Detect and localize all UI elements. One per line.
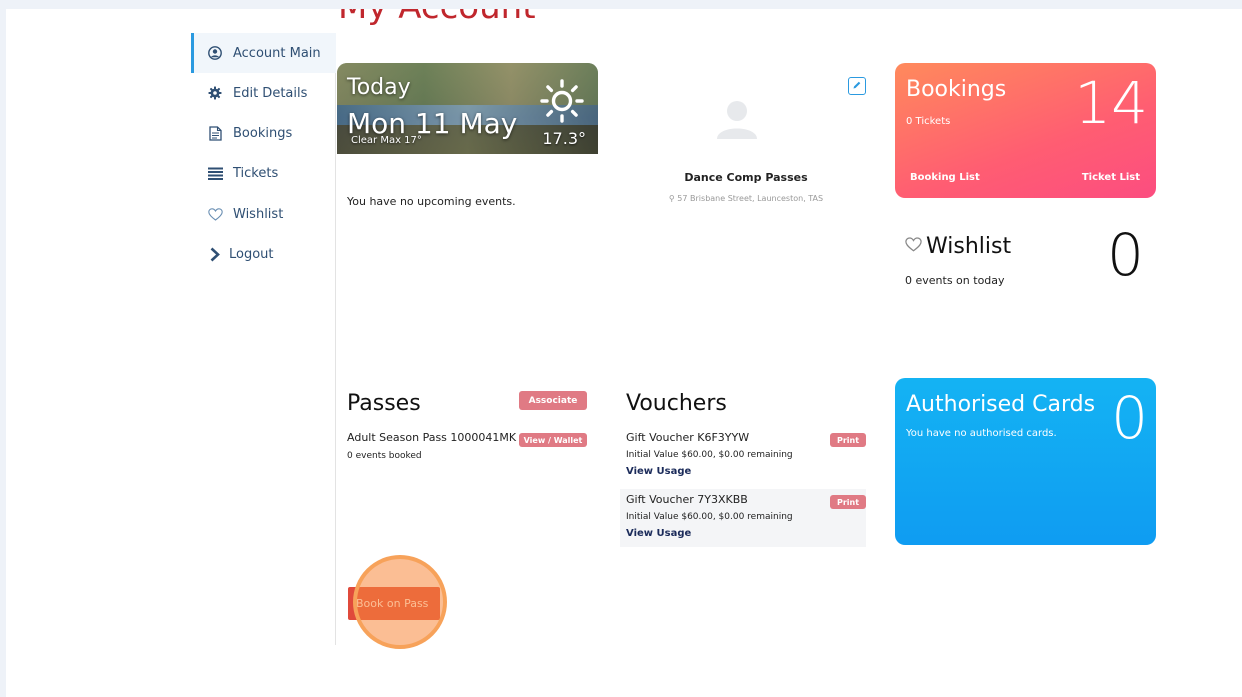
profile-name: Dance Comp Passes (684, 171, 808, 184)
authorised-cards-title: Authorised Cards (906, 392, 1096, 417)
print-voucher-button[interactable]: Print (830, 433, 866, 447)
sidebar-item-edit-details[interactable]: Edit Details (191, 73, 336, 113)
sidebar-item-label: Wishlist (233, 206, 284, 222)
view-usage-link[interactable]: View Usage (626, 466, 691, 477)
sidebar-item-wishlist[interactable]: Wishlist (191, 194, 336, 234)
today-weather-text: Clear Max 17° (351, 135, 422, 146)
bookings-count: 14 (1074, 69, 1148, 137)
sidebar-item-label: Account Main (233, 45, 321, 61)
sidebar-item-label: Tickets (233, 165, 279, 181)
list-icon (207, 165, 223, 181)
sidebar-item-label: Logout (229, 246, 274, 262)
edit-profile-button[interactable] (848, 77, 866, 95)
wishlist-title: Wishlist (905, 234, 1011, 259)
associate-button[interactable]: Associate (519, 391, 587, 410)
chevron-right-icon (207, 246, 223, 262)
view-usage-link[interactable]: View Usage (626, 528, 691, 539)
view-wallet-button[interactable]: View / Wallet (519, 433, 587, 447)
sidebar-item-label: Bookings (233, 125, 293, 141)
sidebar-item-bookings[interactable]: Bookings (191, 113, 336, 153)
vouchers-title: Vouchers (626, 391, 727, 416)
voucher-item: Gift Voucher K6F3YYW Print Initial Value… (620, 427, 866, 485)
sun-icon (540, 79, 584, 127)
ticket-list-link[interactable]: Ticket List (1082, 172, 1140, 183)
wishlist-title-text: Wishlist (926, 234, 1012, 259)
bookings-card: Bookings 14 0 Tickets Booking List Ticke… (895, 63, 1156, 198)
pencil-icon (852, 80, 862, 93)
document-icon (207, 125, 223, 141)
sidebar: Account Main Edit Details Bookings Ticke… (191, 33, 336, 645)
booking-list-link[interactable]: Booking List (910, 172, 980, 183)
page: My Account Account Main Edit Details Boo… (6, 9, 1242, 697)
avatar (713, 97, 761, 145)
pass-name: Adult Season Pass 1000041MK (347, 431, 517, 444)
wishlist-subtitle: 0 events on today (905, 274, 1005, 287)
today-temperature: 17.3° (542, 129, 586, 148)
voucher-name: Gift Voucher K6F3YYW (626, 431, 750, 444)
bookings-tickets-count: 0 Tickets (906, 116, 951, 127)
no-events-text: You have no upcoming events. (347, 195, 516, 208)
location-pin-icon: ⚲ (668, 194, 675, 203)
sidebar-item-logout[interactable]: Logout (191, 234, 336, 274)
profile-address: ⚲ 57 Brisbane Street, Launceston, TAS (620, 194, 872, 203)
authorised-cards-card: Authorised Cards 0 You have no authorise… (895, 378, 1156, 545)
user-circle-icon (207, 45, 223, 61)
sidebar-item-label: Edit Details (233, 85, 308, 101)
authorised-cards-count: 0 (1111, 384, 1148, 452)
passes-title: Passes (347, 391, 421, 416)
gear-icon (207, 85, 223, 101)
voucher-item: Gift Voucher 7Y3XKBB Print Initial Value… (620, 489, 866, 547)
voucher-name: Gift Voucher 7Y3XKBB (626, 493, 748, 506)
bookings-title: Bookings (906, 77, 1007, 102)
authorised-cards-subtitle: You have no authorised cards. (906, 428, 1057, 439)
wishlist-count: 0 (1107, 221, 1144, 289)
profile-address-text: 57 Brisbane Street, Launceston, TAS (677, 194, 824, 203)
today-weather-card: Today Mon 11 May Clear Max 17° 17.3° (337, 63, 598, 154)
print-voucher-button[interactable]: Print (830, 495, 866, 509)
voucher-value: Initial Value $60.00, $0.00 remaining (626, 450, 793, 460)
pass-events-booked: 0 events booked (347, 451, 422, 461)
heart-icon (905, 237, 922, 256)
sidebar-item-account-main[interactable]: Account Main (191, 33, 336, 73)
sidebar-item-tickets[interactable]: Tickets (191, 153, 336, 193)
voucher-value: Initial Value $60.00, $0.00 remaining (626, 512, 793, 522)
page-title: My Account (338, 9, 536, 27)
today-label: Today (347, 75, 411, 100)
heart-icon (207, 206, 223, 222)
book-on-pass-button[interactable]: Book on Pass (348, 587, 440, 620)
